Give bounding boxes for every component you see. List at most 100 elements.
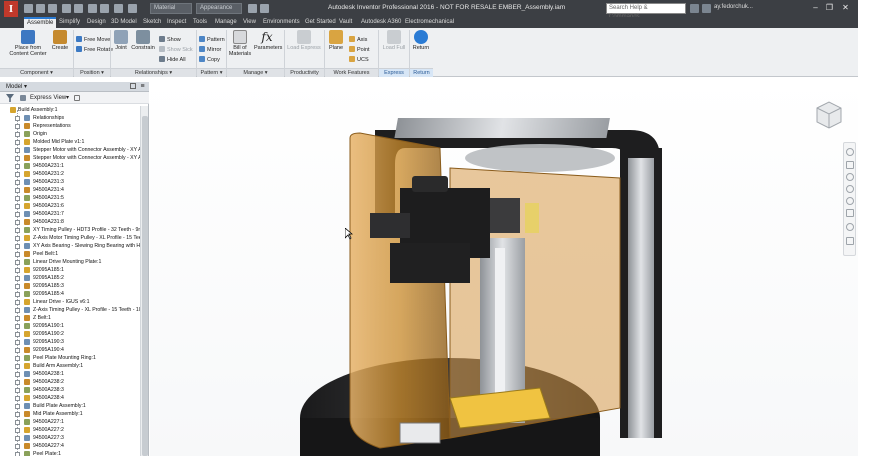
tree-expand-icon[interactable] [15, 212, 20, 217]
express-view-label[interactable]: Express View [30, 94, 66, 102]
tree-expand-icon[interactable] [15, 436, 20, 441]
carriage-block[interactable] [390, 243, 470, 283]
tree-expand-icon[interactable] [15, 244, 20, 249]
select-icon[interactable] [114, 4, 123, 13]
tab-simplify[interactable]: Simplify [56, 17, 83, 28]
tab-environments[interactable]: Environments [260, 17, 303, 28]
inventor-app-icon[interactable]: I [4, 1, 18, 17]
scrollbar-thumb[interactable] [142, 116, 148, 456]
tree-expand-icon[interactable] [15, 372, 20, 377]
zoom-window-icon[interactable] [846, 185, 854, 193]
tab-electromechanical[interactable]: Electromechanical [402, 17, 457, 28]
clear-appearance-icon[interactable] [248, 4, 257, 13]
close-button[interactable]: ✕ [840, 3, 851, 13]
browser-title[interactable]: Model ▾ [6, 83, 27, 91]
tree-expand-icon[interactable] [15, 380, 20, 385]
user-icon[interactable] [702, 4, 711, 13]
load-express-button[interactable]: Load Express [287, 30, 321, 51]
tree-node[interactable]: Stepper Motor with Connector Assembly - … [0, 146, 140, 154]
tab-inspect[interactable]: Inspect [164, 17, 189, 28]
tree-node[interactable]: 92095A190:3 [0, 338, 140, 346]
place-from-content-center-button[interactable]: Place from Content Center [8, 30, 48, 57]
tree-expand-icon[interactable] [15, 180, 20, 185]
browser-scrollbar[interactable] [140, 106, 148, 456]
tree-node[interactable]: Build Arm Assembly:1 [0, 362, 140, 370]
tree-node[interactable]: 94500A231:3 [0, 178, 140, 186]
tree-node[interactable]: 94500A231:1 [0, 162, 140, 170]
free-move-button[interactable]: Free Move [76, 36, 110, 44]
tree-node[interactable]: 94500A231:4 [0, 186, 140, 194]
tree-expand-icon[interactable] [15, 428, 20, 433]
tree-expand-icon[interactable] [15, 340, 20, 345]
tree-node[interactable]: 94500A227:4 [0, 442, 140, 450]
tree-expand-icon[interactable] [15, 228, 20, 233]
tree-node[interactable]: 92095A185:2 [0, 274, 140, 282]
tree-expand-icon[interactable] [15, 300, 20, 305]
appearance-dropdown[interactable]: Appearance [196, 3, 242, 14]
steering-wheel-icon[interactable] [846, 148, 854, 156]
redo-icon[interactable] [74, 4, 83, 13]
mirror-button[interactable]: Mirror [199, 46, 221, 54]
tree-node[interactable]: Peel Plate Mounting Ring:1 [0, 354, 140, 362]
return-button[interactable]: Return [410, 30, 432, 51]
joint-button[interactable]: Joint [113, 30, 129, 51]
pan-icon[interactable] [846, 161, 854, 169]
tree-expand-icon[interactable] [15, 260, 20, 265]
zoom-icon[interactable] [846, 173, 854, 181]
tree-expand-icon[interactable] [15, 220, 20, 225]
tree-expand-icon[interactable] [15, 196, 20, 201]
tree-node[interactable]: Mid Plate Assembly:1 [0, 410, 140, 418]
free-rotate-button[interactable]: Free Rotate [76, 46, 113, 54]
copy-button[interactable]: Copy [199, 56, 220, 64]
open-folder-icon[interactable] [36, 4, 45, 13]
tree-expand-icon[interactable] [15, 404, 20, 409]
tree-node[interactable]: 94500A227:2 [0, 426, 140, 434]
tree-node[interactable]: 94500A238:3 [0, 386, 140, 394]
add-panel-icon[interactable] [130, 83, 136, 89]
find-icon[interactable] [74, 95, 80, 101]
tree-node[interactable]: Peel Belt:1 [0, 250, 140, 258]
browser-menu-icon[interactable]: ≡ [139, 83, 146, 90]
tree-expand-icon[interactable] [15, 444, 20, 449]
adjust-icon[interactable] [260, 4, 269, 13]
point-button[interactable]: Point [349, 46, 370, 54]
tab-design[interactable]: Design [84, 17, 109, 28]
customize-navbar-icon[interactable] [846, 237, 854, 245]
graphics-viewport[interactable] [150, 78, 858, 456]
tree-expand-icon[interactable] [15, 236, 20, 241]
tree-node[interactable]: Z-Axis Timing Pulley - XL Profile - 15 T… [0, 306, 140, 314]
tree-node[interactable]: 94500A231:8 [0, 218, 140, 226]
tree-expand-icon[interactable] [15, 324, 20, 329]
tree-node[interactable]: 94500A227:3 [0, 434, 140, 442]
tree-node[interactable]: Representations [0, 122, 140, 130]
tree-node[interactable]: Linear Drive - IGUS v6:1 [0, 298, 140, 306]
tree-node[interactable]: Z-Axis Motor Timing Pulley - XL Profile … [0, 234, 140, 242]
restore-button[interactable]: ❐ [824, 3, 835, 13]
tree-node[interactable]: Molded Mid Plate v1:1 [0, 138, 140, 146]
tree-expand-icon[interactable] [15, 124, 20, 129]
tree-expand-icon[interactable] [15, 172, 20, 177]
create-button[interactable]: Create [50, 30, 70, 51]
tab-sketch[interactable]: Sketch [140, 17, 164, 28]
plane-button[interactable]: Plane [327, 30, 345, 51]
tree-node[interactable]: 94500A238:4 [0, 394, 140, 402]
tree-expand-icon[interactable] [15, 348, 20, 353]
group-position[interactable]: Position ▾ [74, 68, 110, 77]
tab-view[interactable]: View [240, 17, 259, 28]
viewcube[interactable] [812, 98, 846, 132]
tree-expand-icon[interactable] [15, 132, 20, 137]
signin-user[interactable]: ay.fedorchuk... [714, 4, 753, 10]
measure-icon[interactable] [128, 4, 137, 13]
tree-node[interactable]: 94500A231:7 [0, 210, 140, 218]
tree-expand-icon[interactable] [15, 364, 20, 369]
tree-expand-icon[interactable] [15, 412, 20, 417]
material-dropdown[interactable]: Material [150, 3, 192, 14]
look-at-icon[interactable] [846, 209, 854, 217]
undo-icon[interactable] [62, 4, 71, 13]
tree-expand-icon[interactable] [15, 148, 20, 153]
show-sick-button[interactable]: Show Sick [159, 46, 193, 54]
tab-manage[interactable]: Manage [212, 17, 240, 28]
tree-node[interactable]: Build Plate Assembly:1 [0, 402, 140, 410]
bill-of-materials-button[interactable]: Bill of Materials [228, 30, 252, 57]
tree-expand-icon[interactable] [15, 252, 20, 257]
